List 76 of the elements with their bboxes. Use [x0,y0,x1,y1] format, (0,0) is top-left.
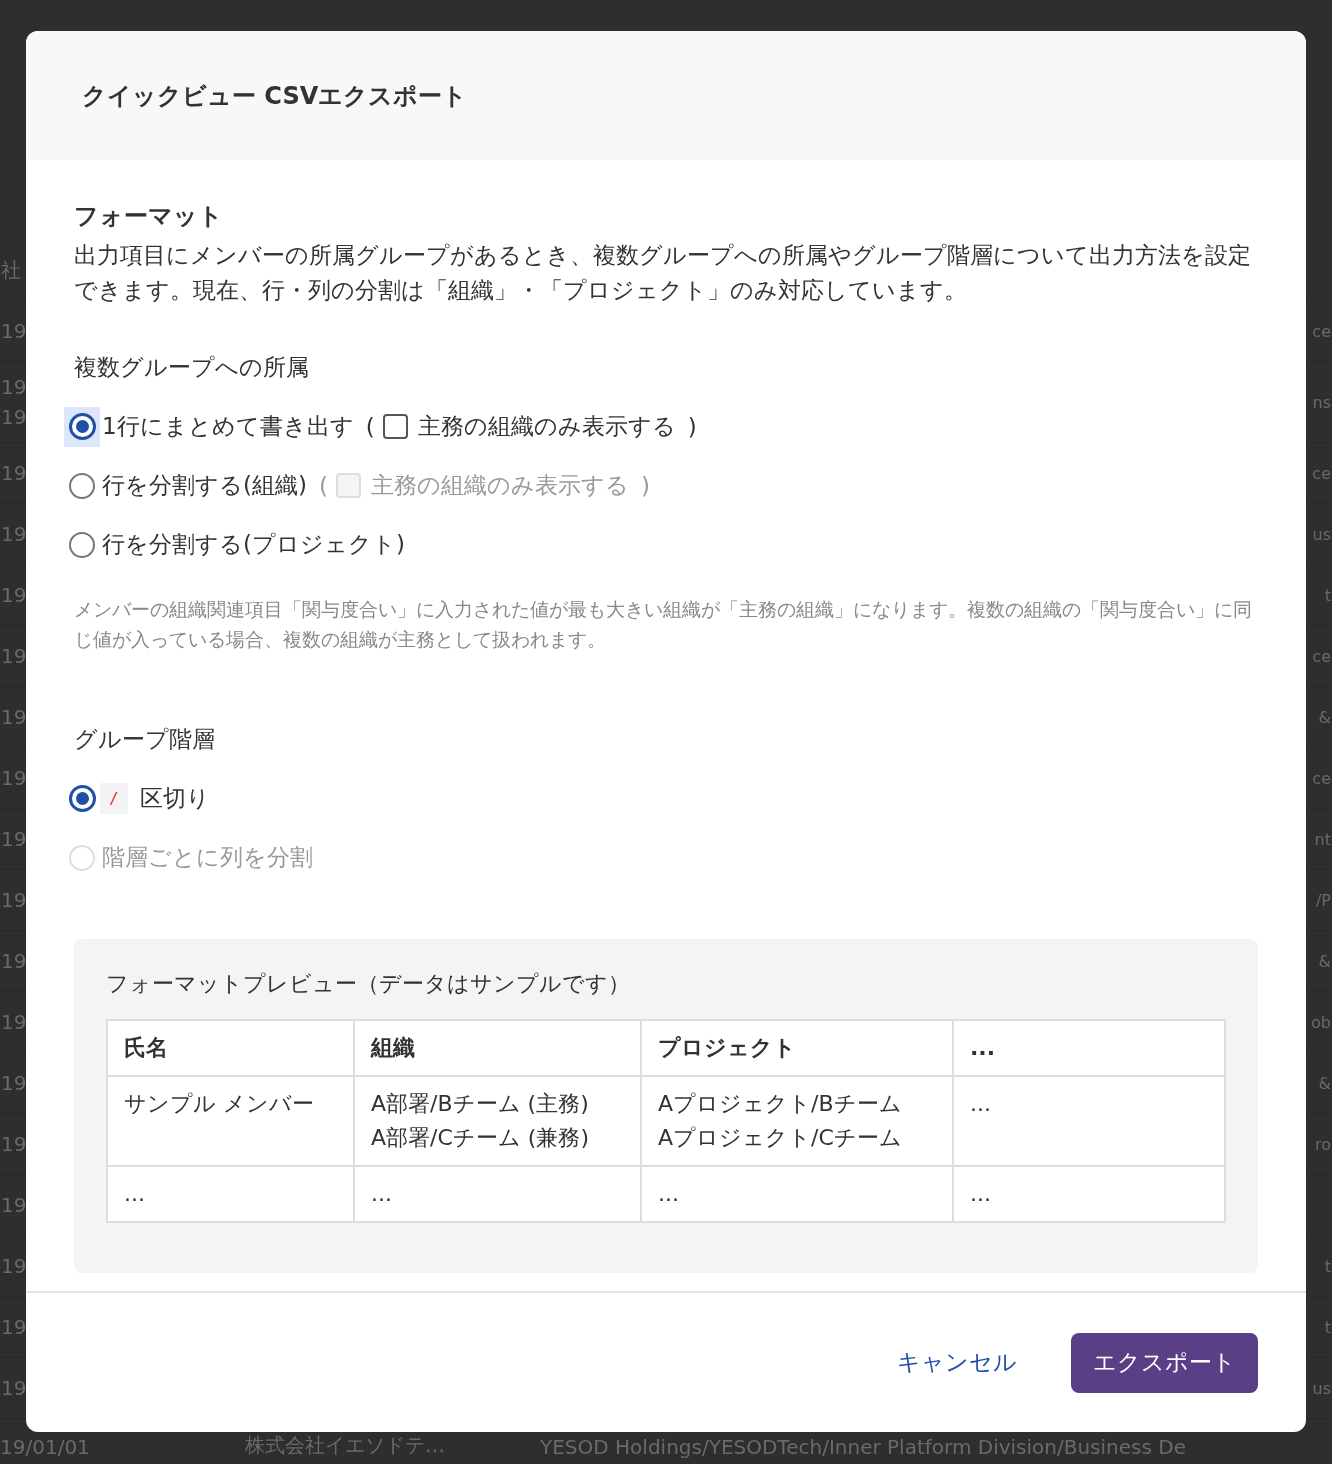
table-cell: & [1318,1073,1331,1093]
table-cell-text: 19 [1,704,27,731]
table-cell: ob [1311,1012,1331,1032]
table-cell-text: 19 [1,1070,27,1097]
table-cell-text: 19 [1,1009,27,1036]
table-cell-text: 社 [1,257,21,284]
radio-button[interactable] [68,413,96,440]
table-cell: t [1324,1317,1331,1337]
table-cell: ns [1312,392,1331,412]
table-cell: ce [1312,463,1331,483]
table-cell-text: 19 [1,521,27,548]
description-text: 出力項目にメンバーの所属グループがあるとき、複数グループへの所属やグループ階層について出力方法を設定できます。現在、行・列の分割は「組織」・「プロジェクト」のみ対応しています。 [74,241,1252,305]
table-cell-text: 19 [1,887,27,914]
table-cell: t [1324,1256,1331,1276]
group-label: グループ階層 [74,725,216,754]
table-cell: ... [354,1166,641,1222]
group-label: 複数グループへの所属 [74,353,310,382]
table-cell-text: 19 [1,948,27,975]
radio-label[interactable]: 区切り [139,783,210,814]
checkbox[interactable] [382,414,408,439]
table-cell: /P [1315,890,1331,910]
radio-button[interactable] [69,531,95,558]
table-cell-text: 19 [1,1253,27,1280]
table-cell: us [1312,1378,1331,1398]
radio-label[interactable]: 行を分割する(組織) [102,470,307,501]
column-header: 氏名 [107,1020,354,1076]
preview-title: フォーマットプレビュー（データはサンプルです） [106,970,631,998]
table-cell-text: 19 [1,1192,27,1219]
table-cell: YESOD Holdings/YESODTech/Inner Platform Division/Business De [540,1435,1186,1459]
table-cell: Aプロジェクト/Bチーム Aプロジェクト/Cチーム [641,1076,953,1166]
table-cell-text: 19 [1,460,27,487]
column-header: 組織 [354,1020,641,1076]
table-cell-text: 株式会社イエソドテ… [245,1432,446,1459]
table-cell: ... [953,1076,1225,1166]
table-cell: ce [1312,321,1331,341]
column-header: プロジェクト [641,1020,953,1076]
parenthesis: ( [318,472,328,499]
table-cell-text: 19 [1,1375,27,1402]
separator-code: / [100,783,128,814]
table-cell-text: 19 [1,765,27,792]
table-cell: & [1318,707,1331,727]
table-cell: ro [1315,1134,1331,1154]
table-cell: us [1312,524,1331,544]
parenthesis: ) [640,472,650,499]
table-cell: サンプル メンバー [107,1076,354,1166]
table-cell: nt [1314,829,1331,849]
table-cell-text: 19 [1,374,27,401]
note-text: メンバーの組織関連項目「関与度合い」に入力された値が最も大きい組織が「主務の組織」になります。複数の組織の「関与度合い」に同じ値が入っている場合、複数の組織が主務として扱われます。 [74,597,1253,652]
table-cell: ce [1312,646,1331,666]
table-cell: ... [953,1166,1225,1222]
table-cell: ... [107,1166,354,1222]
section-heading: フォーマット [74,201,224,232]
table-cell-text: 19 [1,318,27,345]
radio-button[interactable] [68,785,96,812]
table-cell-text: 19 [1,1314,27,1341]
table-cell: & [1318,951,1331,971]
dialog-title: クイックビュー CSVエクスポート [82,80,468,112]
table-cell: ce [1312,768,1331,788]
table-cell-text: 19/01/01 [0,1435,91,1459]
export-button[interactable]: エクスポート [1071,1332,1258,1393]
parenthesis: ( [365,413,375,440]
table-cell-text: 19 [1,582,27,609]
radio-button[interactable] [69,472,95,499]
radio-label[interactable]: 行を分割する(プロジェクト) [102,529,405,560]
table-cell-text: 19 [1,1131,27,1158]
parenthesis: ) [687,413,697,440]
table-cell-text: 19 [1,826,27,853]
column-header: ... [953,1020,1225,1076]
radio-label[interactable]: 1行にまとめて書き出す [102,411,354,442]
table-cell-text: 19 [1,404,27,431]
table-cell: A部署/Bチーム (主務) A部署/Cチーム (兼務) [354,1076,641,1166]
table-cell-text: 19 [1,643,27,670]
checkbox-label[interactable]: 主務の組織のみ表示する [417,411,676,442]
cancel-button[interactable]: キャンセル [875,1332,1039,1393]
table-cell: ... [641,1166,953,1222]
table-cell: t [1324,585,1331,605]
